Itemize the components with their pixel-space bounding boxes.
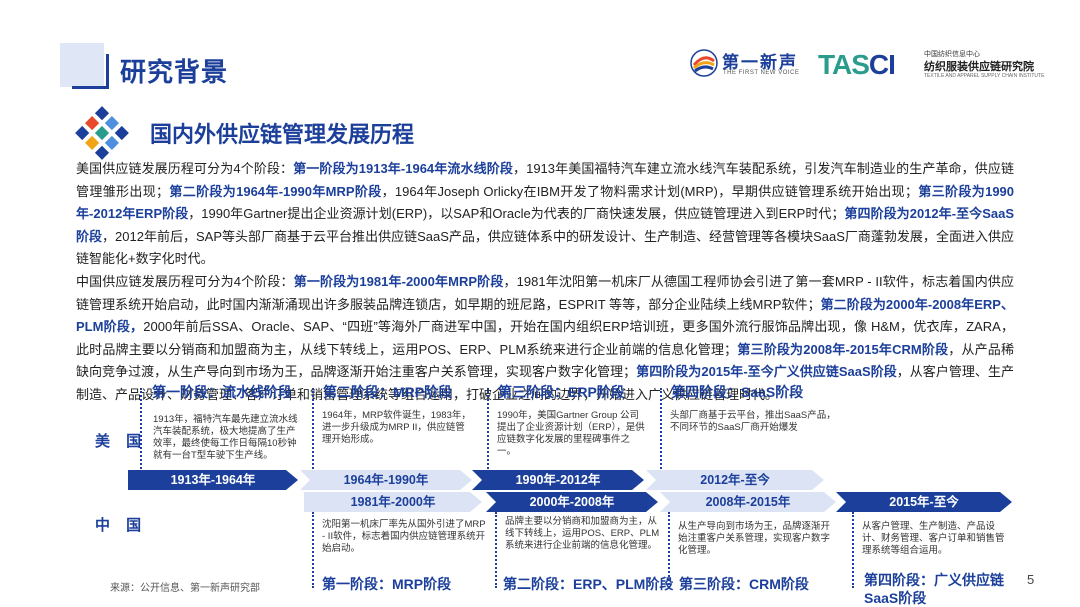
china-phase3-desc: 从生产导向到市场为王，品牌逐渐开始注重客户关系管理，实现客户数字化管理。 <box>678 521 831 556</box>
usa-phase3-desc: 1990年，美国Gartner Group 公司提出了企业资源计划（ERP），是… <box>497 410 645 457</box>
history-paragraph: 美国供应链发展历程可分为4个阶段：第一阶段为1913年-1964年流水线阶段 ，1… <box>76 158 1014 407</box>
phase-highlight-text: 第四阶段为2015年-至今广义供应链SaaS阶段 <box>636 364 897 380</box>
first-new-voice-logo: 第一新声 THE FIRST NEW VOICE <box>690 46 800 80</box>
china-phase1-desc: 沈阳第一机床厂率先从国外引进了MRP - II软件，标志着国内供应链管理系统开始… <box>322 519 486 554</box>
title-accent-bracket <box>72 54 109 89</box>
china-phase2-line <box>495 512 497 588</box>
paragraph-text: ，1990年Gartner提出企业资源计划(ERP)，以SAP和Oracle为代… <box>188 206 845 222</box>
country-label-china: 中 国 <box>95 517 148 534</box>
tasci-wordmark: TASCI <box>818 49 896 80</box>
usa-phase3-line <box>487 388 489 472</box>
china-band-2: 2000年-2008年 <box>486 492 658 512</box>
usa-phase1-title: 第一阶段：流水线阶段 <box>152 384 292 400</box>
phase-highlight-text: 第一阶段为1981年-2000年MRP阶段 <box>293 273 504 289</box>
usa-band-3: 1990年-2012年 <box>472 470 644 490</box>
paragraph-text: ，1964年Joseph Orlicky在IBM开发了物料需求计划(MRP)，早… <box>381 183 919 199</box>
usa-phase1-desc: 1913年，福特汽车最先建立流水线汽车装配系统，极大地提高了生产效率，最终使每工… <box>153 414 298 461</box>
usa-phase4-title: 第四阶段：SaaS阶段 <box>671 384 804 400</box>
china-band-4: 2015年-至今 <box>836 492 1012 512</box>
paragraph-text: ，2012年前后，SAP等头部厂商基于云平台推出供应链SaaS产品，供应链体系中… <box>76 228 1014 267</box>
usa-phase2-title: 第二阶段：MRP阶段 <box>323 384 453 400</box>
page-number: 5 <box>1027 572 1035 587</box>
tasci-logo: TASCI 中国纺织信息中心 纺织服装供应链研究院 TEXTILE AND AP… <box>818 48 1044 82</box>
china-phase1-line <box>312 512 314 588</box>
phase-highlight-text: 第三阶段为2008年-2015年CRM阶段 <box>737 341 949 357</box>
voice-logo-icon <box>690 49 718 77</box>
usa-phase2-line <box>312 388 314 472</box>
china-phase3-title: 第三阶段：CRM阶段 <box>679 576 809 592</box>
china-phase4-line <box>852 512 854 588</box>
usa-phase2-desc: 1964年，MRP软件诞生，1983年，进一步升级成为MRP II，供应链管理开… <box>322 410 471 445</box>
china-phase4-title: 第四阶段：广义供应链 SaaS阶段 <box>864 572 1004 606</box>
source-note: 来源：公开信息、第一新声研究部 <box>110 583 260 594</box>
china-band-1: 1981年-2000年 <box>304 492 482 512</box>
page-title: 研究背景 <box>120 57 229 87</box>
usa-band-2: 1964年-1990年 <box>300 470 472 490</box>
china-phase2-desc: 品牌主要以分销商和加盟商为主，从线下转线上，运用POS、ERP、PLM系统来进行… <box>505 516 660 551</box>
china-phase4-desc: 从客户管理、生产制造、产品设计、财务管理、客户订单和销售管理系统等组合运用。 <box>862 521 1005 556</box>
usa-phase3-title: 第三阶段：ERP阶段 <box>498 384 625 400</box>
usa-phase4-desc: 头部厂商基于云平台，推出SaaS产品，不同环节的SaaS厂商开始爆发 <box>670 410 836 433</box>
phase-highlight-text: 第一阶段为1913年-1964年流水线阶段 <box>293 161 513 176</box>
china-phase2-title: 第二阶段：ERP、PLM阶段 <box>503 576 674 592</box>
usa-band-1: 1913年-1964年 <box>128 470 298 490</box>
paragraph-text: 中国供应链发展历程可分为4个阶段： <box>76 273 294 289</box>
usa-phase1-line <box>140 388 142 472</box>
tasci-line3: TEXTILE AND APPAREL SUPPLY CHAIN INSTITU… <box>924 73 1045 79</box>
china-band-3: 2008年-2015年 <box>660 492 836 512</box>
phase-highlight-text: 第二阶段为1964年-1990年MRP阶段 <box>169 183 382 199</box>
usa-phase4-line <box>660 388 662 472</box>
china-phase1-title: 第一阶段：MRP阶段 <box>322 576 452 592</box>
diamond-cluster-icon <box>75 106 129 160</box>
paragraph-text: 美国供应链发展历程可分为4个阶段： <box>76 161 294 176</box>
tasci-line2: 纺织服装供应链研究院 <box>924 61 1034 73</box>
usa-band-4: 2012年-至今 <box>646 470 824 490</box>
section-title: 国内外供应链管理发展历程 <box>150 122 415 147</box>
logo-subtitle: THE FIRST NEW VOICE <box>723 70 800 76</box>
